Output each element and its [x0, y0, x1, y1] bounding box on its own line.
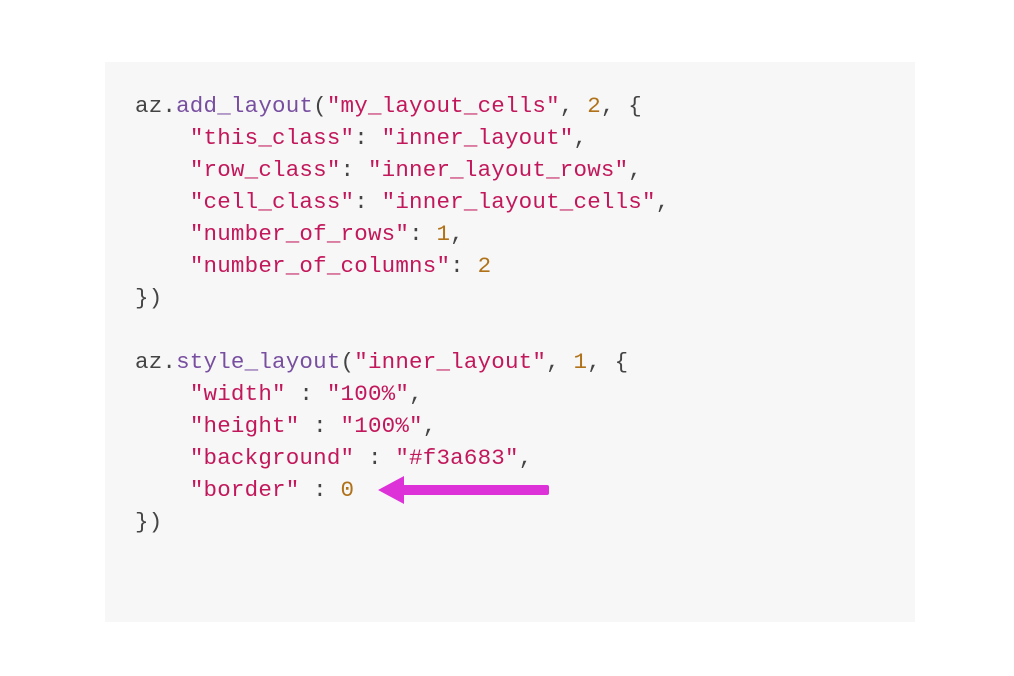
- code-token: [135, 189, 190, 215]
- code-token: "border": [190, 477, 300, 503]
- code-token: :: [341, 157, 368, 183]
- code-token: ,: [656, 189, 670, 215]
- code-token: 1: [574, 349, 588, 375]
- code-token: "height": [190, 413, 300, 439]
- code-token: :: [286, 381, 327, 407]
- code-token: [135, 381, 190, 407]
- code-token: , {: [601, 93, 642, 119]
- code-token: "row_class": [190, 157, 341, 183]
- code-token: 2: [587, 93, 601, 119]
- code-token: "100%": [327, 381, 409, 407]
- code-token: [135, 125, 190, 151]
- code-token: }): [135, 285, 162, 311]
- code-token: 2: [478, 253, 492, 279]
- code-token: :: [450, 253, 477, 279]
- code-token: }): [135, 509, 162, 535]
- code-token: ,: [450, 221, 464, 247]
- code-token: [135, 253, 190, 279]
- code-token: :: [299, 477, 340, 503]
- code-token: "#f3a683": [395, 445, 518, 471]
- code-token: :: [354, 125, 381, 151]
- code-token: :: [354, 445, 395, 471]
- code-token: "cell_class": [190, 189, 354, 215]
- code-token: .: [162, 349, 176, 375]
- code-token: ,: [628, 157, 642, 183]
- code-token: "number_of_rows": [190, 221, 409, 247]
- code-token: .: [162, 93, 176, 119]
- code-token: "width": [190, 381, 286, 407]
- code-token: 1: [436, 221, 450, 247]
- code-token: :: [409, 221, 436, 247]
- code-token: "inner_layout_rows": [368, 157, 628, 183]
- code-token: "inner_layout": [382, 125, 574, 151]
- code-token: [135, 477, 190, 503]
- code-token: ,: [409, 381, 423, 407]
- code-token: "background": [190, 445, 354, 471]
- code-token: "100%": [341, 413, 423, 439]
- code-token: :: [299, 413, 340, 439]
- code-token: ,: [519, 445, 533, 471]
- code-token: style_layout: [176, 349, 340, 375]
- code-token: "inner_layout": [354, 349, 546, 375]
- code-token: "this_class": [190, 125, 354, 151]
- code-token: , {: [587, 349, 628, 375]
- code-token: az: [135, 93, 162, 119]
- code-token: add_layout: [176, 93, 313, 119]
- code-token: 0: [341, 477, 355, 503]
- code-token: "number_of_columns": [190, 253, 450, 279]
- code-token: [135, 221, 190, 247]
- code-token: (: [313, 93, 327, 119]
- code-token: [135, 157, 190, 183]
- code-token: ,: [546, 349, 573, 375]
- code-token: "my_layout_cells": [327, 93, 560, 119]
- code-token: "inner_layout_cells": [382, 189, 656, 215]
- code-content: az.add_layout("my_layout_cells", 2, { "t…: [105, 90, 915, 538]
- arrow-shaft: [399, 485, 549, 495]
- code-block: az.add_layout("my_layout_cells", 2, { "t…: [105, 62, 915, 622]
- code-token: [135, 445, 190, 471]
- code-token: ,: [423, 413, 437, 439]
- code-token: ,: [560, 93, 587, 119]
- code-token: az: [135, 349, 162, 375]
- code-token: ,: [574, 125, 588, 151]
- code-token: (: [341, 349, 355, 375]
- code-token: [135, 413, 190, 439]
- code-token: :: [354, 189, 381, 215]
